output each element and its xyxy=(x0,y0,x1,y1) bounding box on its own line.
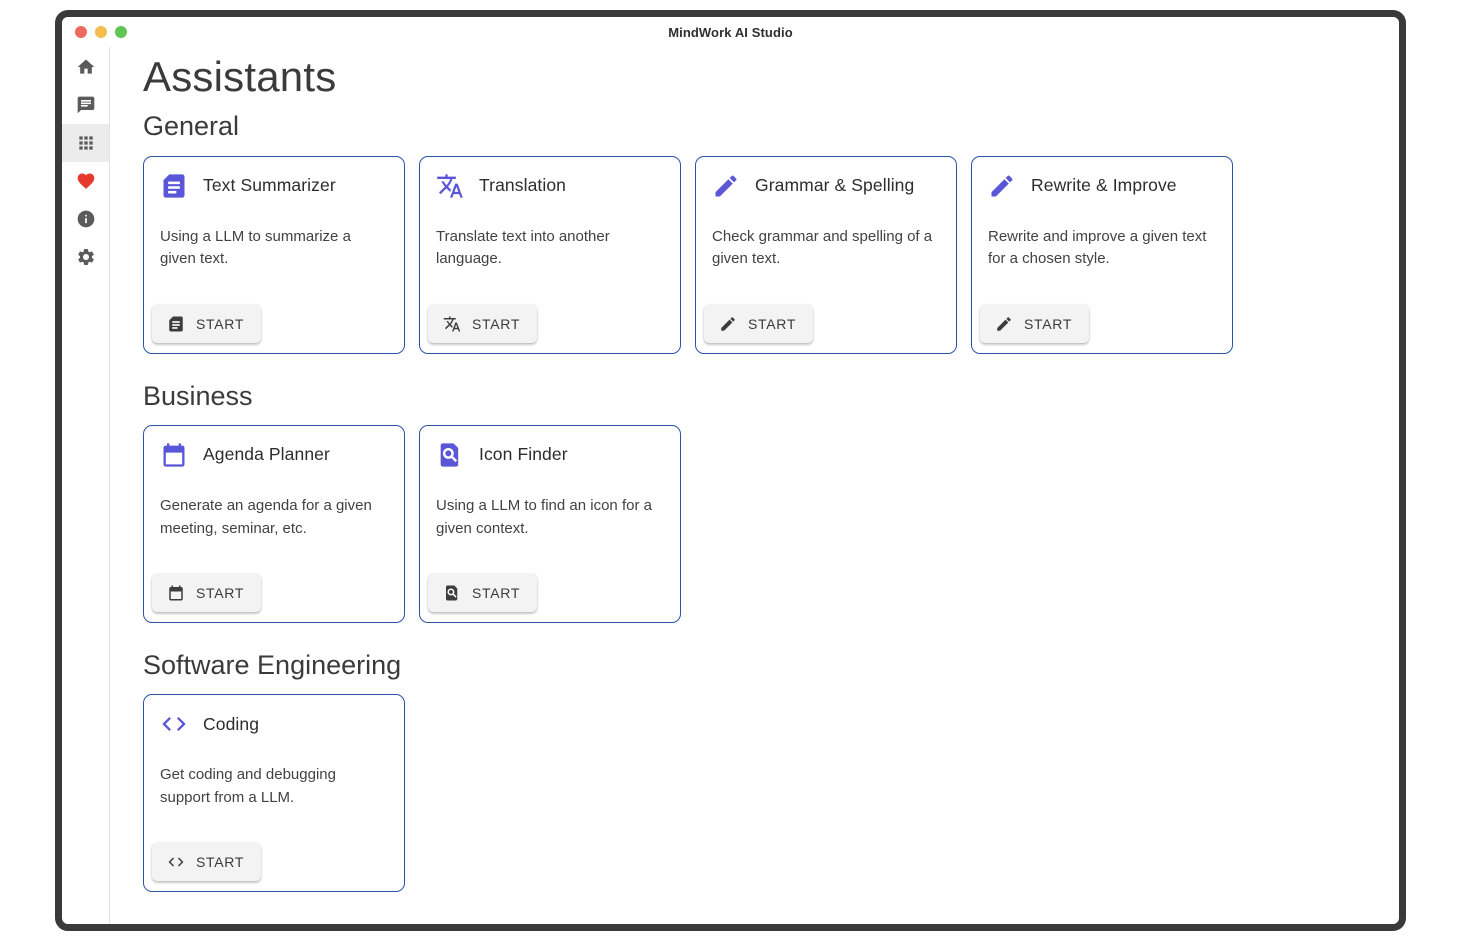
pencil-icon xyxy=(995,315,1013,333)
start-button-label: START xyxy=(748,316,796,332)
card-title: Text Summarizer xyxy=(203,175,336,196)
section-general: General Text Summarizer Using a LLM to s… xyxy=(143,110,1379,353)
app-window: MindWork AI Studio Assistants xyxy=(55,10,1406,931)
close-window-button[interactable] xyxy=(75,26,87,38)
apps-grid-icon xyxy=(76,133,96,153)
start-text-summarizer-button[interactable]: START xyxy=(152,305,261,343)
icon-search-icon xyxy=(443,584,461,602)
sidebar-item-favorites[interactable] xyxy=(62,162,109,200)
main-content: Assistants General Text Summarizer Using… xyxy=(110,47,1399,924)
section-title: General xyxy=(143,110,1379,142)
zoom-window-button[interactable] xyxy=(115,26,127,38)
card-description: Using a LLM to summarize a given text. xyxy=(160,226,388,272)
start-button-label: START xyxy=(196,316,244,332)
pencil-icon xyxy=(719,315,737,333)
section-software-engineering: Software Engineering Coding Get coding a… xyxy=(143,649,1379,892)
card-title: Rewrite & Improve xyxy=(1031,175,1177,196)
start-button-label: START xyxy=(472,316,520,332)
calendar-icon xyxy=(167,584,185,602)
card-description: Translate text into another language. xyxy=(436,226,664,272)
card-title: Coding xyxy=(203,714,259,735)
card-title: Icon Finder xyxy=(479,444,568,465)
start-icon-finder-button[interactable]: START xyxy=(428,574,537,612)
chat-icon xyxy=(76,95,96,115)
sidebar-item-chats[interactable] xyxy=(62,86,109,124)
start-grammar-spelling-button[interactable]: START xyxy=(704,305,813,343)
assistant-card-rewrite-improve: Rewrite & Improve Rewrite and improve a … xyxy=(971,156,1233,354)
assistant-card-icon-finder: Icon Finder Using a LLM to find an icon … xyxy=(419,425,681,623)
sidebar-item-about[interactable] xyxy=(62,200,109,238)
pencil-icon xyxy=(988,172,1016,200)
assistant-card-agenda-planner: Agenda Planner Generate an agenda for a … xyxy=(143,425,405,623)
start-button-label: START xyxy=(196,854,244,870)
home-icon xyxy=(76,57,96,77)
gear-icon xyxy=(76,247,96,267)
icon-search-icon xyxy=(436,441,464,469)
traffic-lights xyxy=(75,17,127,47)
calendar-icon xyxy=(160,441,188,469)
section-business: Business Agenda Planner Generate an agen… xyxy=(143,380,1379,623)
start-coding-button[interactable]: START xyxy=(152,843,261,881)
heart-icon xyxy=(76,171,96,191)
assistant-card-text-summarizer: Text Summarizer Using a LLM to summarize… xyxy=(143,156,405,354)
start-button-label: START xyxy=(472,585,520,601)
section-title: Software Engineering xyxy=(143,649,1379,681)
window-title: MindWork AI Studio xyxy=(668,25,793,40)
assistant-card-grammar-spelling: Grammar & Spelling Check grammar and spe… xyxy=(695,156,957,354)
titlebar: MindWork AI Studio xyxy=(62,17,1399,47)
card-description: Check grammar and spelling of a given te… xyxy=(712,226,940,272)
start-button-label: START xyxy=(196,585,244,601)
sidebar xyxy=(62,47,110,924)
card-description: Generate an agenda for a given meeting, … xyxy=(160,495,388,541)
assistant-card-translation: Translation Translate text into another … xyxy=(419,156,681,354)
card-title: Grammar & Spelling xyxy=(755,175,914,196)
translate-icon xyxy=(443,315,461,333)
translate-icon xyxy=(436,172,464,200)
info-icon xyxy=(76,209,96,229)
pencil-icon xyxy=(712,172,740,200)
card-title: Agenda Planner xyxy=(203,444,330,465)
card-title: Translation xyxy=(479,175,566,196)
assistant-card-coding: Coding Get coding and debugging support … xyxy=(143,694,405,892)
sidebar-item-settings[interactable] xyxy=(62,238,109,276)
start-rewrite-improve-button[interactable]: START xyxy=(980,305,1089,343)
minimize-window-button[interactable] xyxy=(95,26,107,38)
sidebar-item-assistants[interactable] xyxy=(62,124,109,162)
card-description: Using a LLM to find an icon for a given … xyxy=(436,495,664,541)
code-icon xyxy=(160,710,188,738)
start-agenda-planner-button[interactable]: START xyxy=(152,574,261,612)
section-title: Business xyxy=(143,380,1379,412)
code-icon xyxy=(167,853,185,871)
card-description: Get coding and debugging support from a … xyxy=(160,764,388,810)
card-description: Rewrite and improve a given text for a c… xyxy=(988,226,1216,272)
summarize-icon xyxy=(167,315,185,333)
page-title: Assistants xyxy=(143,54,1379,100)
start-translation-button[interactable]: START xyxy=(428,305,537,343)
sidebar-item-home[interactable] xyxy=(62,48,109,86)
summarize-icon xyxy=(160,172,188,200)
start-button-label: START xyxy=(1024,316,1072,332)
